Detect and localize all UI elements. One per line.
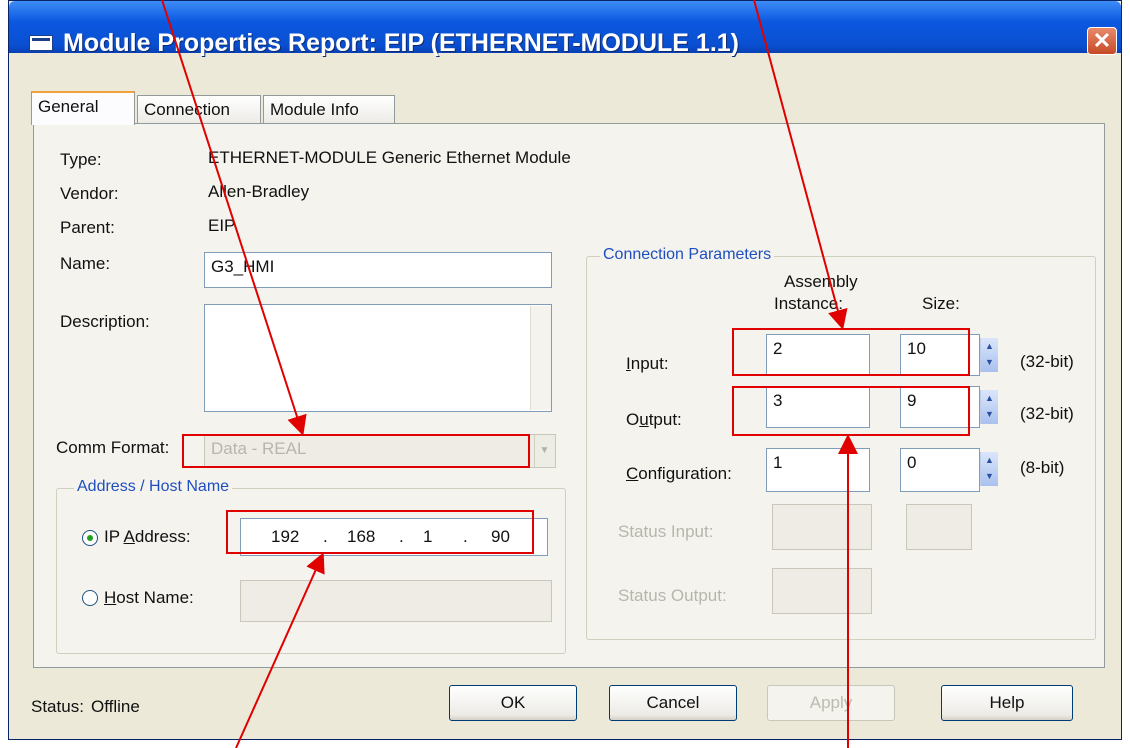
tab-general[interactable]: General <box>31 91 135 125</box>
arrow-to-comm-format <box>161 0 307 436</box>
arrow-to-ip-address <box>235 552 325 748</box>
annotation-arrows <box>161 0 858 748</box>
arrow-to-input <box>753 0 848 330</box>
